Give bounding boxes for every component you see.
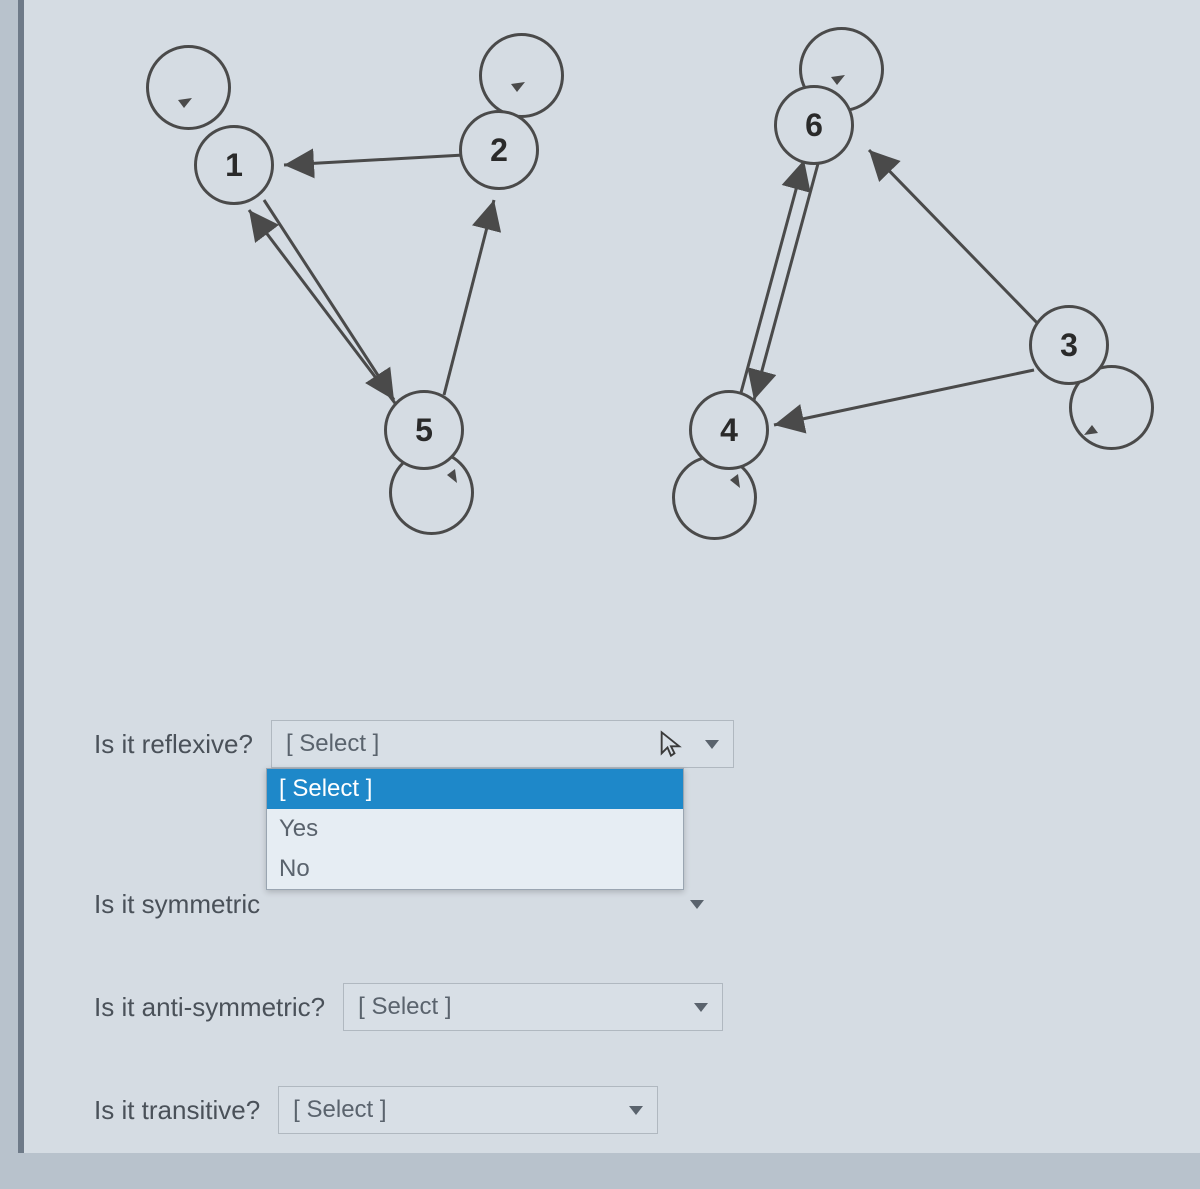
graph-node-4: 4 — [689, 390, 769, 470]
reflexive-dropdown[interactable]: [ Select ] Yes No — [266, 768, 684, 890]
question-antisymmetric-row: Is it anti-symmetric? [ Select ] — [94, 983, 734, 1031]
question-transitive-row: Is it transitive? [ Select ] — [94, 1086, 734, 1134]
question-antisymmetric-label: Is it anti-symmetric? — [94, 992, 325, 1023]
question-symmetric-label: Is it symmetric — [94, 889, 260, 920]
reflexive-select[interactable]: [ Select ] — [271, 720, 734, 768]
graph-node-5: 5 — [384, 390, 464, 470]
graph-node-6: 6 — [774, 85, 854, 165]
dropdown-option-select[interactable]: [ Select ] — [267, 769, 683, 809]
cursor-icon — [657, 730, 685, 758]
node-label: 4 — [720, 412, 738, 449]
graph-node-3: 3 — [1029, 305, 1109, 385]
transitive-select[interactable]: [ Select ] — [278, 1086, 658, 1134]
dropdown-option-no[interactable]: No — [267, 849, 683, 889]
reflexive-select-value: [ Select ] — [286, 730, 379, 758]
node-label: 5 — [415, 412, 433, 449]
graph-node-2: 2 — [459, 110, 539, 190]
transitive-select-value: [ Select ] — [293, 1096, 386, 1124]
chevron-down-icon — [694, 1003, 708, 1012]
graph-node-1: 1 — [194, 125, 274, 205]
question-reflexive-row: Is it reflexive? [ Select ] [ Select ] Y… — [94, 720, 734, 768]
node-label: 3 — [1060, 327, 1078, 364]
questions-block: Is it reflexive? [ Select ] [ Select ] Y… — [94, 720, 734, 1189]
dropdown-option-yes[interactable]: Yes — [267, 809, 683, 849]
node-label: 6 — [805, 107, 823, 144]
chevron-down-icon — [705, 740, 719, 749]
chevron-down-icon — [629, 1106, 643, 1115]
graph-diagram: 1 2 5 6 4 3 — [84, 30, 1144, 570]
chevron-down-icon — [690, 900, 704, 909]
question-reflexive-label: Is it reflexive? — [94, 729, 253, 760]
question-transitive-label: Is it transitive? — [94, 1095, 260, 1126]
graph-edges — [84, 30, 1144, 570]
node-label: 2 — [490, 132, 508, 169]
node-label: 1 — [225, 147, 243, 184]
antisymmetric-select[interactable]: [ Select ] — [343, 983, 723, 1031]
antisymmetric-select-value: [ Select ] — [358, 993, 451, 1021]
